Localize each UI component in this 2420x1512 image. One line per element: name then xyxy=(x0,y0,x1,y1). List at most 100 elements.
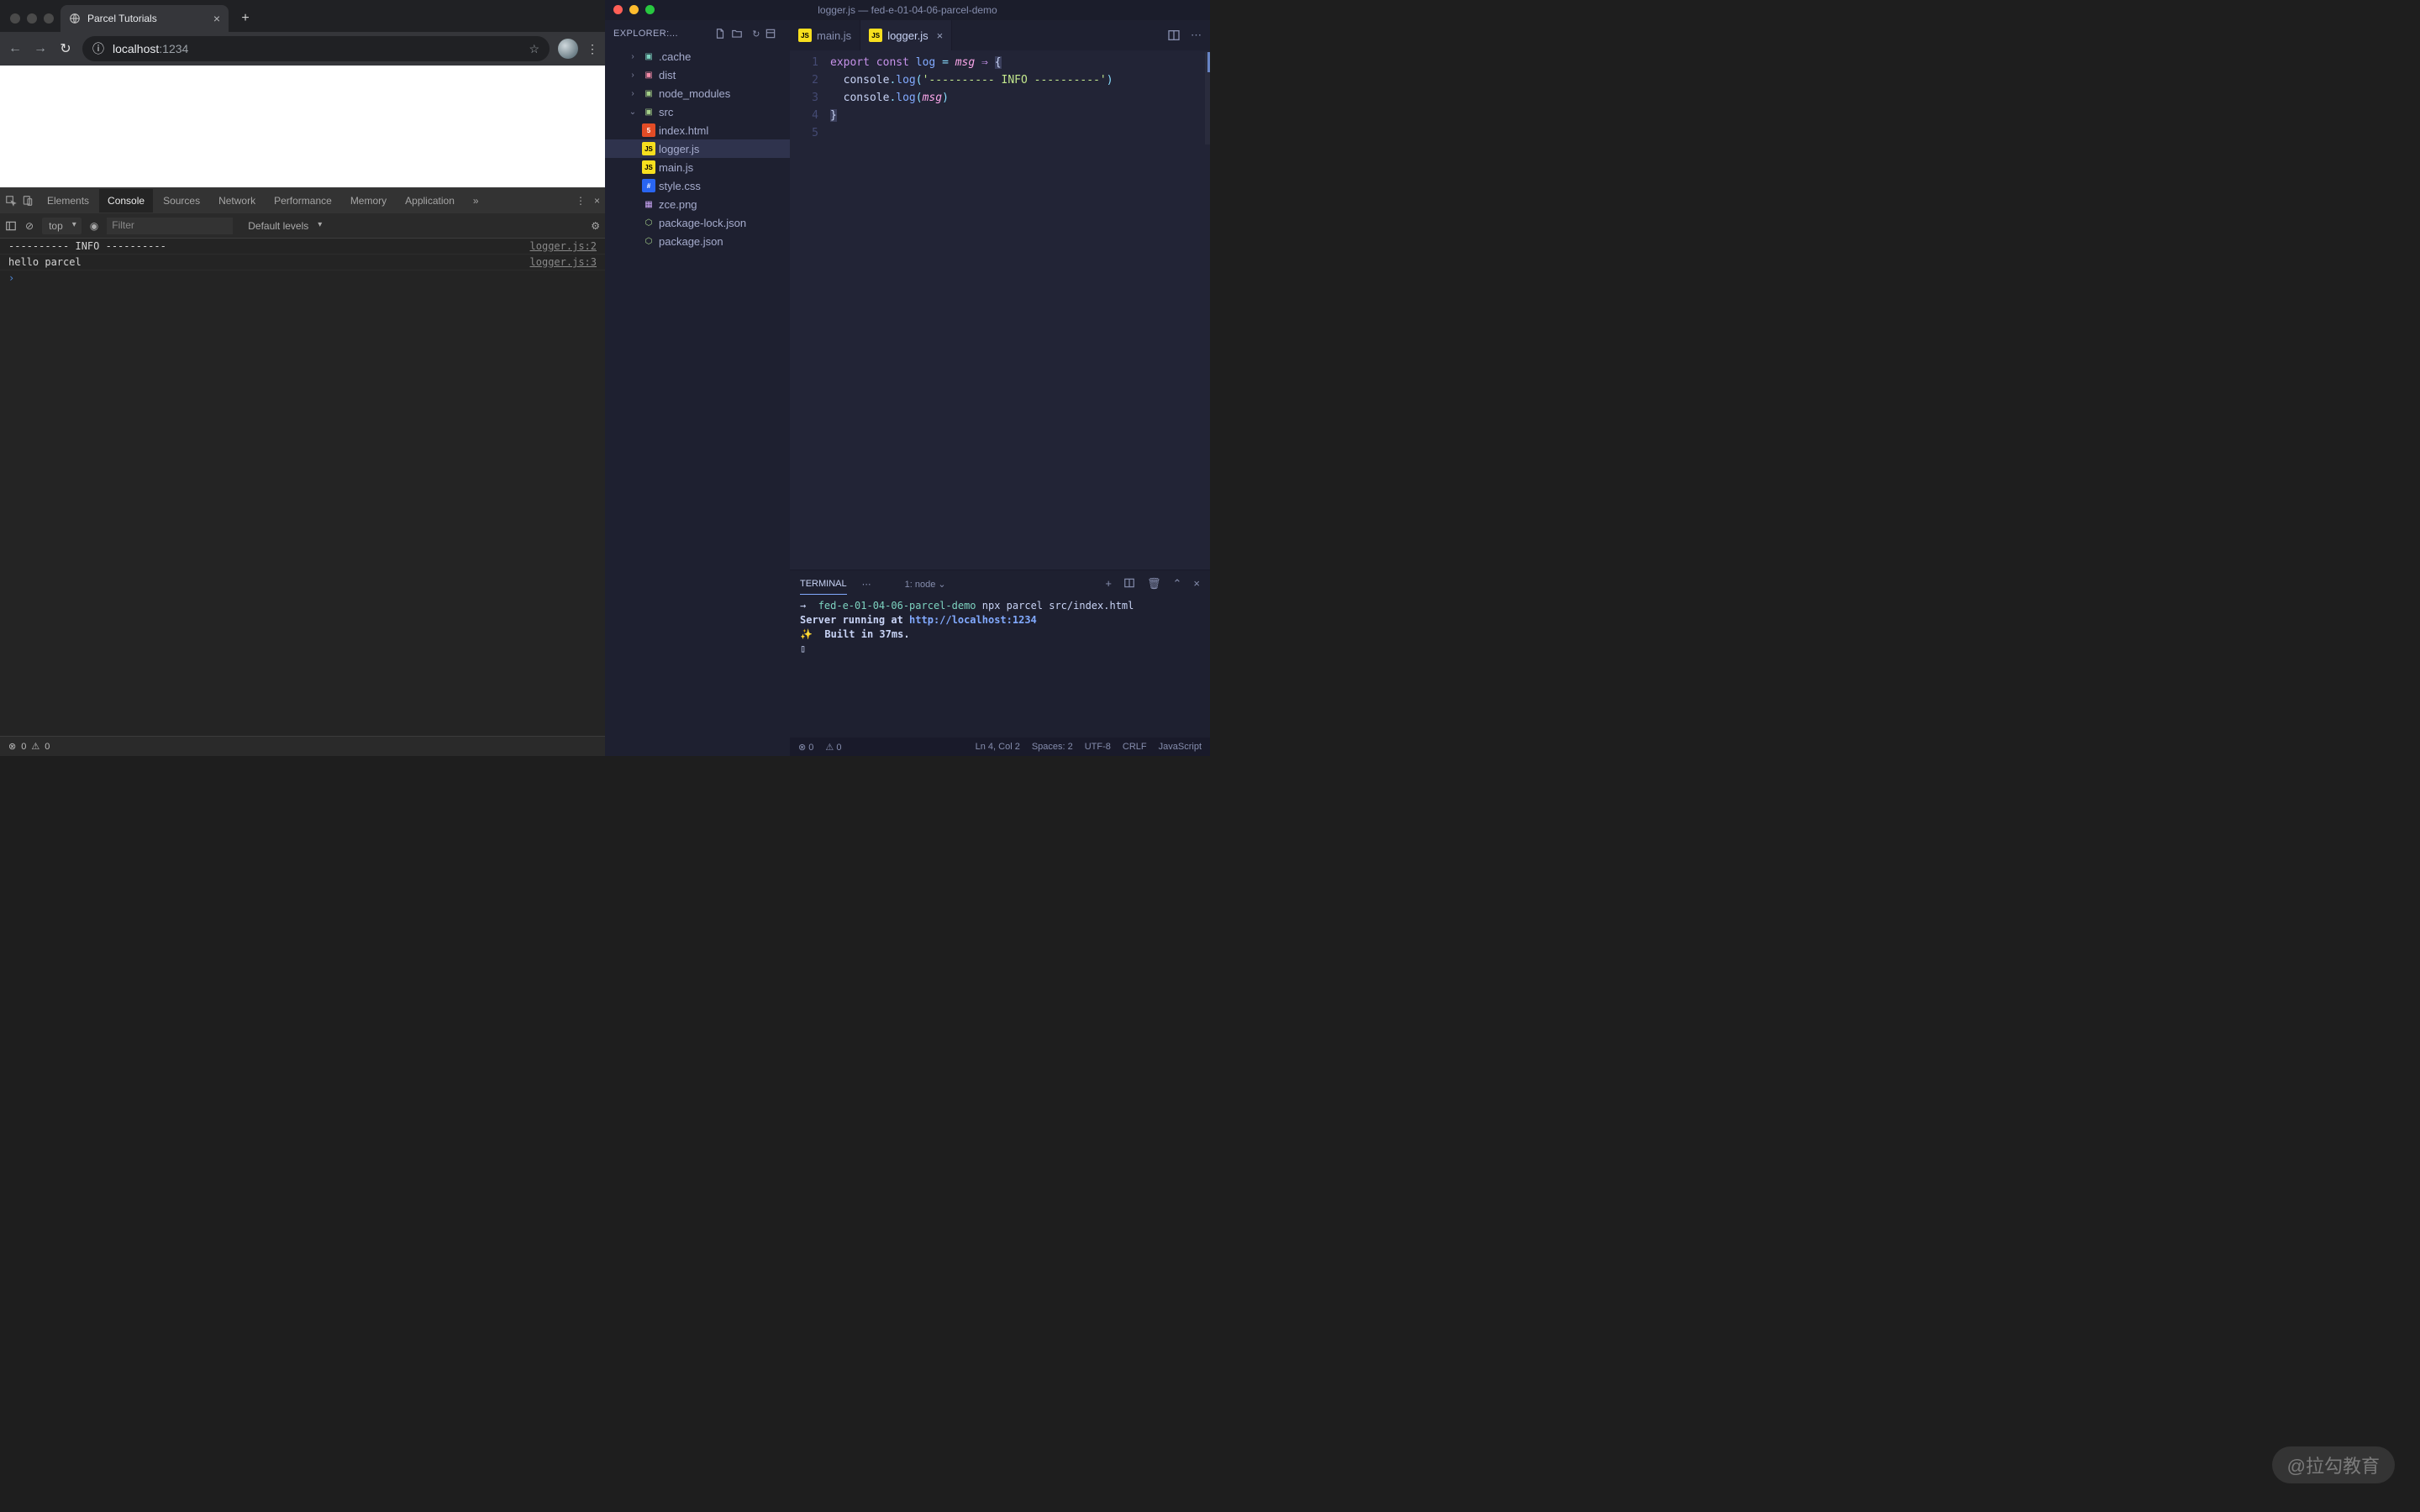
devtools-settings-icon[interactable]: ⋮ xyxy=(576,195,586,207)
console-message: ---------- INFO ---------- xyxy=(8,240,166,252)
tab-close-icon[interactable]: × xyxy=(213,12,220,25)
devtools-statusbar: ⊗0 ⚠0 xyxy=(0,736,605,756)
devtools-tab-application[interactable]: Application xyxy=(397,189,463,213)
collapse-icon[interactable] xyxy=(765,28,781,39)
console-filter-input[interactable]: Filter xyxy=(107,218,233,234)
new-tab-button[interactable]: + xyxy=(234,7,257,30)
refresh-icon[interactable]: ↻ xyxy=(748,29,765,39)
devtools-tab-memory[interactable]: Memory xyxy=(342,189,395,213)
file-main-js[interactable]: JSmain.js xyxy=(605,158,790,176)
kill-terminal-icon[interactable]: 🗑 xyxy=(1147,577,1161,591)
console-output: ---------- INFO ---------- logger.js:2 h… xyxy=(0,239,605,736)
close-panel-icon[interactable]: × xyxy=(1193,577,1200,591)
file-style-css[interactable]: #style.css xyxy=(605,176,790,195)
vscode-titlebar: logger.js — fed-e-01-04-06-parcel-demo xyxy=(605,0,1210,20)
explorer-header: EXPLORER:... ↻ xyxy=(605,20,790,47)
status-eol[interactable]: CRLF xyxy=(1123,742,1147,752)
status-language[interactable]: JavaScript xyxy=(1159,742,1202,752)
reload-button[interactable]: ↻ xyxy=(57,40,74,57)
browser-tab[interactable]: Parcel Tutorials × xyxy=(60,5,229,32)
inspect-icon[interactable] xyxy=(5,195,20,207)
devtools-tab-performance[interactable]: Performance xyxy=(266,189,340,213)
tab-title: Parcel Tutorials xyxy=(87,13,157,24)
new-folder-icon[interactable] xyxy=(731,28,748,39)
status-encoding[interactable]: UTF-8 xyxy=(1085,742,1111,752)
device-toggle-icon[interactable] xyxy=(22,195,37,207)
vscode-statusbar: ⊗ 0 ⚠ 0 Ln 4, Col 2 Spaces: 2 UTF-8 CRLF… xyxy=(790,738,1210,756)
clear-console-icon[interactable]: ⊘ xyxy=(25,220,34,232)
profile-avatar[interactable] xyxy=(558,39,578,59)
terminal-dropdown[interactable]: 1: node ⌄ xyxy=(905,579,946,590)
browser-window: Parcel Tutorials × + ← → ↻ ⓘ localhost:1… xyxy=(0,0,605,756)
browser-toolbar: ← → ↻ ⓘ localhost:1234 ☆ ⋮ xyxy=(0,32,605,66)
tab-label: main.js xyxy=(817,29,851,42)
close-dot[interactable] xyxy=(10,13,20,24)
devtools-tab-sources[interactable]: Sources xyxy=(155,189,208,213)
minimize-button[interactable] xyxy=(629,5,639,14)
terminal-output[interactable]: → fed-e-01-04-06-parcel-demo npx parcel … xyxy=(790,597,1210,738)
split-editor-icon[interactable] xyxy=(1167,29,1181,42)
console-prompt[interactable]: › xyxy=(0,270,605,286)
status-position[interactable]: Ln 4, Col 2 xyxy=(976,742,1020,752)
code-editor[interactable]: 1 2 3 4 5 export const log = msg ⇒ { con… xyxy=(790,50,1210,570)
file-zce-png[interactable]: ▦zce.png xyxy=(605,195,790,213)
editor-tab-logger[interactable]: JS logger.js × xyxy=(860,20,952,50)
devtools-tab-elements[interactable]: Elements xyxy=(39,189,97,213)
folder-dist[interactable]: ›▣dist xyxy=(605,66,790,84)
folder-node-modules[interactable]: ›▣node_modules xyxy=(605,84,790,102)
terminal-panel: TERMINAL ⋯ 1: node ⌄ + 🗑 ⌃ × → fed-e-01-… xyxy=(790,570,1210,738)
maximize-panel-icon[interactable]: ⌃ xyxy=(1173,577,1182,591)
more-actions-icon[interactable]: ⋯ xyxy=(1191,29,1202,42)
back-button[interactable]: ← xyxy=(7,41,24,56)
mac-window-controls xyxy=(613,5,655,14)
minimap[interactable] xyxy=(1205,52,1210,144)
log-levels-dropdown[interactable]: Default levels xyxy=(241,218,327,234)
console-row: hello parcel logger.js:3 xyxy=(0,255,605,270)
file-logger-js[interactable]: JSlogger.js xyxy=(605,139,790,158)
status-warnings[interactable]: ⚠ 0 xyxy=(825,742,841,753)
more-tabs-icon[interactable]: ⋯ xyxy=(862,579,873,590)
context-dropdown[interactable]: top xyxy=(42,218,82,234)
error-count: 0 xyxy=(21,742,26,752)
explorer-title: EXPLORER:... xyxy=(613,29,714,39)
file-package-json[interactable]: ›⬡package.json xyxy=(605,232,790,250)
devtools-tab-more-icon[interactable]: » xyxy=(465,189,487,213)
console-settings-icon[interactable]: ⚙ xyxy=(591,220,600,232)
new-terminal-icon[interactable]: + xyxy=(1105,577,1112,591)
bookmark-star-icon[interactable]: ☆ xyxy=(529,42,539,56)
browser-menu-icon[interactable]: ⋮ xyxy=(587,42,598,56)
forward-button[interactable]: → xyxy=(32,41,49,56)
close-button[interactable] xyxy=(613,5,623,14)
maximize-dot[interactable] xyxy=(44,13,54,24)
status-spaces[interactable]: Spaces: 2 xyxy=(1032,742,1073,752)
console-toolbar: ⊘ top ◉ Filter Default levels ⚙ xyxy=(0,213,605,239)
window-controls xyxy=(7,13,60,32)
terminal-tab[interactable]: TERMINAL xyxy=(800,579,847,595)
live-expression-icon[interactable]: ◉ xyxy=(90,220,98,232)
file-index-html[interactable]: 5index.html xyxy=(605,121,790,139)
folder-src[interactable]: ⌄▣src xyxy=(605,102,790,121)
warning-count-icon[interactable]: ⚠ xyxy=(31,741,39,752)
page-content xyxy=(0,66,605,187)
split-terminal-icon[interactable] xyxy=(1123,577,1135,591)
editor-tab-main[interactable]: JS main.js xyxy=(790,20,860,50)
address-bar[interactable]: ⓘ localhost:1234 ☆ xyxy=(82,36,550,61)
console-sidebar-toggle-icon[interactable] xyxy=(5,220,17,232)
file-tree: ›▣.cache ›▣dist ›▣node_modules ⌄▣src 5in… xyxy=(605,47,790,756)
minimize-dot[interactable] xyxy=(27,13,37,24)
folder-cache[interactable]: ›▣.cache xyxy=(605,47,790,66)
zoom-button[interactable] xyxy=(645,5,655,14)
devtools-tab-console[interactable]: Console xyxy=(99,189,153,213)
vscode-window: logger.js — fed-e-01-04-06-parcel-demo E… xyxy=(605,0,1210,756)
console-source-link[interactable]: logger.js:3 xyxy=(530,256,597,268)
error-count-icon[interactable]: ⊗ xyxy=(8,741,16,752)
tab-close-icon[interactable]: × xyxy=(937,29,944,42)
devtools-close-icon[interactable]: × xyxy=(594,195,600,207)
new-file-icon[interactable] xyxy=(714,28,731,39)
console-source-link[interactable]: logger.js:2 xyxy=(530,240,597,252)
file-package-lock[interactable]: ›⬡package-lock.json xyxy=(605,213,790,232)
site-info-icon[interactable]: ⓘ xyxy=(92,40,104,57)
tab-label: logger.js xyxy=(887,29,928,42)
devtools-tab-network[interactable]: Network xyxy=(210,189,264,213)
status-errors[interactable]: ⊗ 0 xyxy=(798,742,813,753)
